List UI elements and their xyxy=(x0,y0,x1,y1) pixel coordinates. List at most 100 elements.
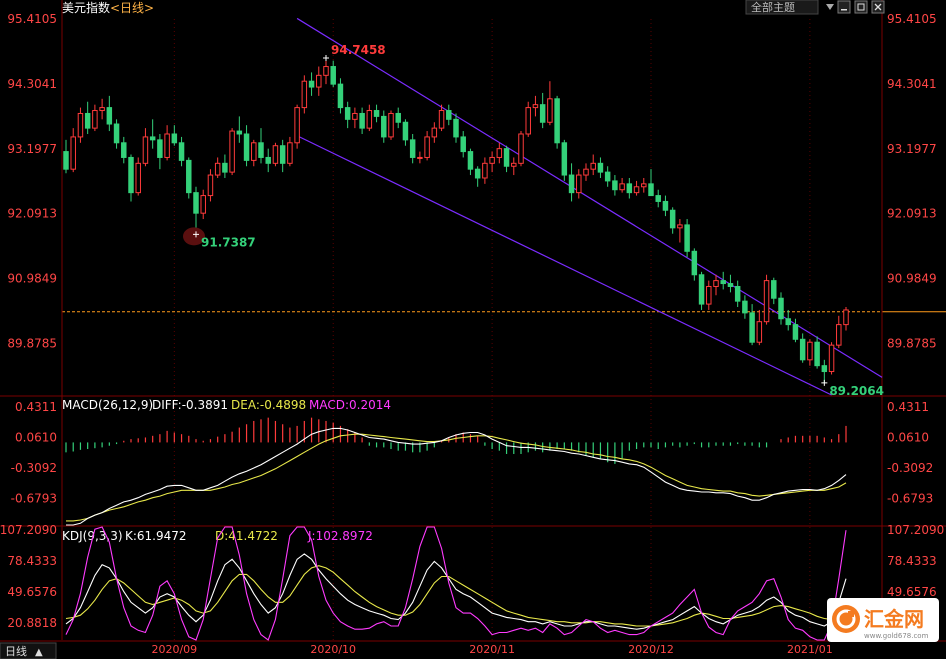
candle-body xyxy=(446,110,452,120)
y-tick-label: 89.8785 xyxy=(887,336,937,350)
period-switch-button[interactable]: 日线 ▲ xyxy=(0,642,57,659)
candle-body xyxy=(84,112,91,129)
candlestick xyxy=(684,219,690,258)
y-tick-label: -0.6793 xyxy=(11,492,57,506)
candle-body xyxy=(532,104,539,109)
candle-body xyxy=(135,162,141,194)
candle-body xyxy=(287,142,293,164)
candle-body xyxy=(799,338,806,361)
kdj-k-label: K:61.9472 xyxy=(125,529,187,543)
y-tick-label: 92.0913 xyxy=(887,207,937,221)
candle-body xyxy=(265,156,271,164)
y-tick-label: 95.4105 xyxy=(7,12,57,26)
macd-value-label: MACD:0.2014 xyxy=(309,398,391,412)
candle-body xyxy=(294,107,300,144)
y-tick-label: 20.8818 xyxy=(7,616,57,630)
candle-body xyxy=(402,121,409,141)
kdj-j-label: J:102.8972 xyxy=(307,529,373,543)
candle-body xyxy=(821,365,828,373)
candle-body xyxy=(121,142,127,158)
restore-button[interactable] xyxy=(854,0,868,14)
theme-selector-label: 全部主题 xyxy=(751,0,795,14)
candle-body xyxy=(316,74,322,88)
x-tick-label: 2020/10 xyxy=(310,643,356,656)
candle-body xyxy=(352,112,358,120)
candlestick xyxy=(763,274,770,325)
candle-body xyxy=(467,151,474,170)
period-switch-label: 日线 xyxy=(5,644,27,658)
y-tick-label: 95.4105 xyxy=(887,12,937,26)
x-tick-label: 2021/01 xyxy=(787,643,833,656)
candle-body xyxy=(836,324,842,346)
low-price-label: 89.2064 xyxy=(829,384,884,398)
x-tick-label: 2020/09 xyxy=(151,643,197,656)
candle-body xyxy=(763,280,770,323)
candle-body xyxy=(554,98,560,144)
candle-body xyxy=(662,200,669,211)
gold678-logo: 汇金网 www.gold678.com xyxy=(827,598,939,642)
chart-title: 美元指数 xyxy=(62,0,110,15)
candle-body xyxy=(214,162,221,176)
y-tick-label: 92.0913 xyxy=(7,207,57,221)
high-price-label: 94.7458 xyxy=(331,43,386,57)
candle-body xyxy=(388,112,394,138)
candle-body xyxy=(186,159,192,194)
candle-body xyxy=(301,80,308,109)
minimize-button[interactable] xyxy=(837,0,851,14)
candle-body xyxy=(742,300,748,314)
y-tick-label: 107.2090 xyxy=(0,523,57,537)
y-tick-label: 107.2090 xyxy=(887,523,944,537)
candle-body xyxy=(691,250,698,276)
y-tick-label: 90.9849 xyxy=(887,272,937,286)
candle-body xyxy=(655,195,661,202)
candle-body xyxy=(63,151,69,170)
candle-body xyxy=(92,110,98,129)
candle-body xyxy=(547,98,553,123)
candle-body xyxy=(539,104,546,123)
candle-body xyxy=(568,174,575,194)
candle-body xyxy=(706,285,712,305)
candle-body xyxy=(417,156,423,159)
y-tick-label: 0.0610 xyxy=(15,430,57,444)
x-tick-label: 2020/12 xyxy=(628,643,674,656)
x-tick-label: 2020/11 xyxy=(469,643,515,656)
candle-body xyxy=(792,324,799,340)
candle-body xyxy=(222,162,228,173)
candle-body xyxy=(164,133,170,158)
close-button[interactable] xyxy=(871,0,885,14)
stock-chart: 美元指数 <日线> 全部主题 95.4105 94.3041 93.1977 92.0… xyxy=(0,0,946,659)
y-tick-label: -0.3092 xyxy=(887,461,933,475)
candle-body xyxy=(113,123,120,144)
candle-body xyxy=(641,183,647,188)
candle-body xyxy=(684,224,690,252)
y-tick-label: 49.6576 xyxy=(7,585,57,599)
candle-body xyxy=(525,107,531,135)
candlestick xyxy=(186,157,192,199)
candle-body xyxy=(604,171,611,182)
candle-body xyxy=(749,312,755,343)
candle-body xyxy=(200,195,206,214)
macd-diff-label: DIFF:-0.3891 xyxy=(152,398,228,412)
candle-body xyxy=(633,186,640,194)
candlestick xyxy=(272,142,279,167)
candle-body xyxy=(648,183,654,197)
candle-body xyxy=(460,136,466,153)
candle-body xyxy=(366,110,373,129)
candle-body xyxy=(453,118,459,138)
candle-body xyxy=(70,136,76,170)
candle-body xyxy=(503,148,510,167)
candle-body xyxy=(756,321,763,343)
candle-body xyxy=(619,183,625,191)
period-label[interactable]: <日线> xyxy=(110,1,154,15)
candle-body xyxy=(229,130,235,173)
candle-body xyxy=(626,183,633,194)
candle-body xyxy=(157,139,163,158)
candle-body xyxy=(344,107,351,120)
candle-body xyxy=(489,156,495,164)
candlestick xyxy=(135,157,141,196)
candle-body xyxy=(597,162,604,173)
candle-body xyxy=(511,162,517,167)
candle-body xyxy=(785,318,791,326)
candle-body xyxy=(337,83,344,109)
y-tick-label: 89.8785 xyxy=(7,336,57,350)
